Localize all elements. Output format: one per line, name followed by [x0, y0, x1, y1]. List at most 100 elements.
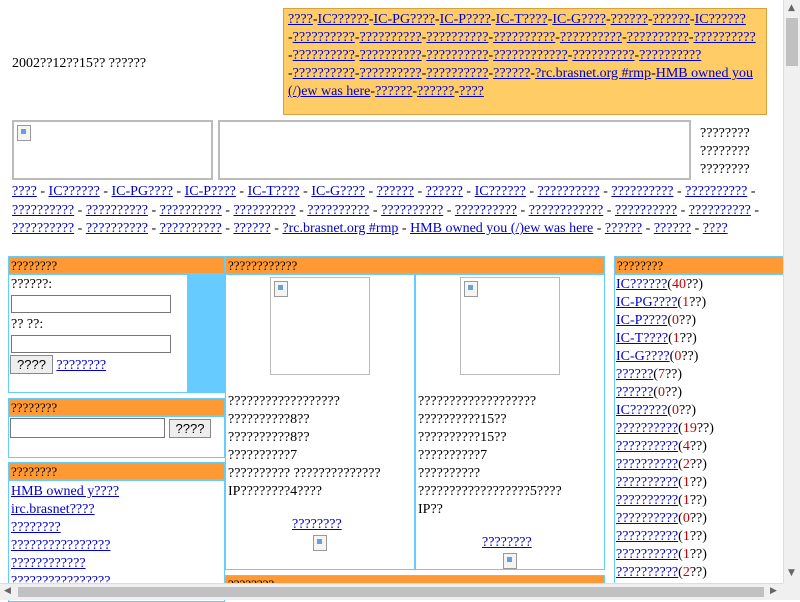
- main-nav-link[interactable]: ??????????: [615, 203, 677, 218]
- main-nav-link[interactable]: ??????????: [233, 203, 295, 218]
- main-nav-link[interactable]: ?rc.brasnet.org #rmp: [282, 221, 398, 236]
- main-nav-link[interactable]: ??????: [233, 221, 270, 236]
- scroll-down-arrow-icon[interactable]: ▼: [788, 568, 795, 578]
- top-nav-link[interactable]: ??????????: [426, 48, 488, 63]
- top-nav-link[interactable]: ??????????: [359, 48, 421, 63]
- category-link[interactable]: ??????????: [616, 547, 678, 562]
- main-nav-link[interactable]: ??????????: [307, 203, 369, 218]
- password-input[interactable]: [11, 335, 171, 353]
- main-nav-link[interactable]: ??????????: [12, 203, 74, 218]
- main-nav-link[interactable]: ??????????: [12, 221, 74, 236]
- main-nav-link[interactable]: ????: [703, 221, 728, 236]
- category-link[interactable]: IC??????: [616, 277, 667, 292]
- category-link[interactable]: ??????????: [616, 457, 678, 472]
- category-link[interactable]: IC-PG????: [616, 295, 677, 310]
- banner-image-main[interactable]: [218, 120, 691, 180]
- main-nav-link[interactable]: HMB owned you (/)ew was here: [410, 221, 593, 236]
- top-nav-link[interactable]: IC-P????: [440, 12, 491, 27]
- scroll-left-arrow-icon[interactable]: ◀: [4, 586, 11, 596]
- main-nav-link[interactable]: ??????????: [160, 203, 222, 218]
- category-link[interactable]: ??????: [616, 385, 653, 400]
- category-link[interactable]: ??????????: [616, 421, 678, 436]
- top-nav-link[interactable]: ????????????: [493, 48, 568, 63]
- article-thumbnail-2[interactable]: [460, 277, 560, 375]
- more-link-1[interactable]: ????????: [292, 517, 342, 533]
- top-nav-link[interactable]: ??????????: [493, 30, 555, 45]
- category-link[interactable]: ??????????: [616, 529, 678, 544]
- category-link[interactable]: ??????????: [616, 511, 678, 526]
- login-button[interactable]: ????: [10, 355, 53, 374]
- main-nav-link[interactable]: ??????: [605, 221, 642, 236]
- top-nav-link[interactable]: ??????????: [639, 48, 701, 63]
- top-nav-link[interactable]: IC-PG????: [374, 12, 435, 27]
- scroll-up-arrow-icon[interactable]: ▲: [788, 3, 795, 13]
- top-nav-link[interactable]: IC-G????: [552, 12, 606, 27]
- top-nav-link[interactable]: ??????: [417, 84, 454, 99]
- banner-image-left[interactable]: [12, 120, 213, 180]
- main-nav-link[interactable]: IC??????: [475, 184, 526, 199]
- top-nav-link[interactable]: ??????????: [359, 66, 421, 81]
- horizontal-scrollbar[interactable]: ◀ ▶: [0, 583, 783, 600]
- main-nav-link[interactable]: ??????????: [86, 221, 148, 236]
- top-nav-link[interactable]: IC-T????: [496, 12, 548, 27]
- main-nav-link[interactable]: IC-PG????: [112, 184, 173, 199]
- search-button[interactable]: ????: [168, 418, 212, 438]
- main-nav-link[interactable]: ??????????: [611, 184, 673, 199]
- top-nav-link[interactable]: ??????????: [293, 30, 355, 45]
- category-link[interactable]: IC-P????: [616, 313, 667, 328]
- top-nav-link[interactable]: ??????????: [627, 30, 689, 45]
- top-nav-link[interactable]: ??????????: [426, 30, 488, 45]
- register-link[interactable]: ????????: [56, 358, 106, 373]
- category-link[interactable]: ??????????: [616, 475, 678, 490]
- category-link[interactable]: ??????????: [616, 439, 678, 454]
- links-list-item[interactable]: ????????????: [11, 556, 86, 571]
- category-link[interactable]: IC??????: [616, 403, 667, 418]
- category-link[interactable]: ??????????: [616, 565, 678, 580]
- horizontal-scroll-thumb[interactable]: [18, 587, 764, 597]
- top-nav-link[interactable]: ??????: [611, 12, 648, 27]
- top-nav-link[interactable]: ??????????: [293, 66, 355, 81]
- article-thumbnail-1[interactable]: [270, 277, 370, 375]
- top-nav-link[interactable]: ??????: [375, 84, 412, 99]
- main-nav-link[interactable]: ??????: [377, 184, 414, 199]
- top-nav-link[interactable]: ??????????: [560, 30, 622, 45]
- main-nav-link[interactable]: IC??????: [49, 184, 100, 199]
- main-nav-link[interactable]: IC-G????: [311, 184, 365, 199]
- top-nav-link[interactable]: ??????????: [694, 30, 756, 45]
- top-nav-link[interactable]: ??????????: [293, 48, 355, 63]
- main-nav-link[interactable]: ??????????: [689, 203, 751, 218]
- category-link[interactable]: IC-G????: [616, 349, 670, 364]
- main-nav-link[interactable]: ????????????: [529, 203, 604, 218]
- top-nav-link[interactable]: ????: [288, 12, 313, 27]
- vertical-scrollbar[interactable]: ▲ ▼: [783, 0, 800, 583]
- vertical-scroll-thumb[interactable]: [786, 18, 798, 66]
- links-list-item[interactable]: HMB owned y????: [11, 484, 119, 499]
- links-list-item[interactable]: ????????: [11, 520, 61, 535]
- category-link[interactable]: ??????: [616, 367, 653, 382]
- top-nav-link[interactable]: ?rc.brasnet.org #rmp: [535, 66, 651, 81]
- more-link-2[interactable]: ????????: [482, 535, 532, 551]
- main-nav-link[interactable]: ????: [12, 184, 37, 199]
- main-nav-link[interactable]: IC-T????: [248, 184, 300, 199]
- top-nav-link[interactable]: ??????????: [572, 48, 634, 63]
- top-nav-link[interactable]: IC??????: [695, 12, 746, 27]
- search-input[interactable]: [10, 418, 165, 438]
- main-nav-link[interactable]: IC-P????: [185, 184, 236, 199]
- main-nav-link[interactable]: ??????????: [160, 221, 222, 236]
- links-list-item[interactable]: ????????????????: [11, 538, 110, 553]
- scroll-right-arrow-icon[interactable]: ▶: [770, 586, 777, 596]
- top-nav-link[interactable]: ??????: [653, 12, 690, 27]
- top-nav-link[interactable]: ????: [459, 84, 484, 99]
- top-nav-link[interactable]: IC??????: [318, 12, 369, 27]
- category-link[interactable]: IC-T????: [616, 331, 668, 346]
- top-nav-link[interactable]: ??????????: [426, 66, 488, 81]
- main-nav-link[interactable]: ??????????: [381, 203, 443, 218]
- main-nav-link[interactable]: ??????????: [538, 184, 600, 199]
- main-nav-link[interactable]: ??????: [426, 184, 463, 199]
- main-nav-link[interactable]: ??????????: [86, 203, 148, 218]
- top-nav-link[interactable]: ??????: [493, 66, 530, 81]
- main-nav-link[interactable]: ??????: [654, 221, 691, 236]
- category-link[interactable]: ??????????: [616, 493, 678, 508]
- main-nav-link[interactable]: ??????????: [455, 203, 517, 218]
- links-list-item[interactable]: irc.brasnet????: [11, 502, 95, 517]
